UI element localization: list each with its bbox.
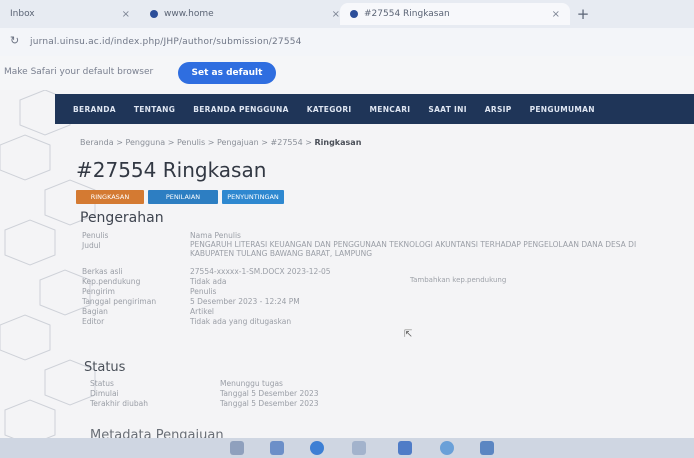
site-favicon-icon bbox=[150, 10, 158, 18]
file-explorer-icon[interactable] bbox=[270, 441, 284, 455]
status-heading: Status bbox=[84, 360, 126, 375]
row-value: Penulis bbox=[190, 287, 217, 296]
row-label: Judul bbox=[82, 241, 101, 250]
page-title: #27554 Ringkasan bbox=[76, 158, 267, 182]
default-browser-infobar: Make Safari your default browser Set as … bbox=[0, 56, 694, 91]
url-field[interactable]: jurnal.uinsu.ac.id/index.php/JHP/author/… bbox=[30, 33, 590, 51]
tab-submission[interactable]: #27554 Ringkasan × bbox=[340, 3, 570, 25]
search-icon[interactable] bbox=[230, 441, 244, 455]
site-favicon-icon bbox=[350, 10, 358, 18]
row-value: Nama Penulis bbox=[190, 231, 241, 240]
new-tab-button[interactable]: + bbox=[574, 5, 592, 23]
address-bar: ↻ jurnal.uinsu.ac.id/index.php/JHP/autho… bbox=[0, 28, 694, 57]
os-taskbar bbox=[0, 438, 694, 458]
add-supplementary-link[interactable]: Tambahkan kep.pendukung bbox=[410, 276, 506, 284]
row-value-title: PENGARUH LITERASI KEUANGAN DAN PENGGUNAA… bbox=[190, 240, 637, 258]
nav-item-tentang[interactable]: TENTANG bbox=[134, 105, 175, 114]
breadcrumb-path[interactable]: Beranda > Pengguna > Penulis > Pengajuan… bbox=[80, 138, 312, 147]
submission-tabs: RINGKASAN PENILAIAN PENYUNTINGAN bbox=[76, 190, 284, 204]
nav-item-pengumuman[interactable]: PENGUMUMAN bbox=[530, 105, 595, 114]
row-value: 5 Desember 2023 - 12:24 PM bbox=[190, 297, 300, 306]
row-value: Tidak ada yang ditugaskan bbox=[190, 317, 292, 326]
reload-icon[interactable]: ↻ bbox=[10, 34, 19, 47]
row-label: Berkas asli bbox=[82, 267, 123, 276]
mouse-cursor-icon: ⇱ bbox=[404, 329, 413, 340]
browser-icon[interactable] bbox=[310, 441, 324, 455]
row-value: Artikel bbox=[190, 307, 215, 316]
row-value: Menunggu tugas bbox=[220, 379, 283, 388]
store-icon[interactable] bbox=[352, 441, 366, 455]
row-label: Dimulai bbox=[90, 389, 119, 398]
row-label: Pengirim bbox=[82, 287, 115, 296]
main-navigation: BERANDA TENTANG BERANDA PENGGUNA KATEGOR… bbox=[55, 94, 694, 124]
breadcrumb-current: Ringkasan bbox=[314, 138, 362, 147]
nav-item-arsip[interactable]: ARSIP bbox=[485, 105, 512, 114]
row-label: Tanggal pengiriman bbox=[82, 297, 157, 306]
tab-ringkasan[interactable]: RINGKASAN bbox=[76, 190, 144, 204]
tab-penyuntingan[interactable]: PENYUNTINGAN bbox=[222, 190, 284, 204]
close-icon[interactable]: × bbox=[122, 9, 130, 20]
close-icon[interactable]: × bbox=[552, 9, 560, 20]
photos-icon[interactable] bbox=[480, 441, 494, 455]
set-as-default-button[interactable]: Set as default bbox=[178, 62, 276, 84]
tab-penilaian[interactable]: PENILAIAN bbox=[148, 190, 218, 204]
tab-home[interactable]: www.home × bbox=[140, 3, 350, 25]
tab-label: #27554 Ringkasan bbox=[364, 9, 450, 19]
row-label: Editor bbox=[82, 317, 105, 326]
tab-label: www.home bbox=[164, 9, 214, 19]
row-label: Penulis bbox=[82, 231, 109, 240]
original-file-link[interactable]: 27554-xxxxx-1-SM.DOCX 2023-12-05 bbox=[190, 267, 331, 276]
tab-label: Inbox bbox=[10, 9, 35, 19]
mail-icon[interactable] bbox=[398, 441, 412, 455]
tab-inbox[interactable]: Inbox × bbox=[0, 3, 140, 25]
submission-heading: Pengerahan bbox=[80, 210, 164, 226]
row-label: Kep.pendukung bbox=[82, 277, 141, 286]
breadcrumb: Beranda > Pengguna > Penulis > Pengajuan… bbox=[80, 138, 361, 147]
nav-item-kategori[interactable]: KATEGORI bbox=[307, 105, 352, 114]
close-icon[interactable]: × bbox=[332, 9, 340, 20]
row-label: Status bbox=[90, 379, 114, 388]
row-value: Tanggal 5 Desember 2023 bbox=[220, 399, 319, 408]
nav-item-mencari[interactable]: MENCARI bbox=[370, 105, 411, 114]
row-value: Tanggal 5 Desember 2023 bbox=[220, 389, 319, 398]
chrome-icon[interactable] bbox=[440, 441, 454, 455]
infobar-message: Make Safari your default browser bbox=[4, 67, 154, 77]
nav-item-beranda[interactable]: BERANDA bbox=[73, 105, 116, 114]
row-value: Tidak ada bbox=[190, 277, 227, 286]
row-label: Terakhir diubah bbox=[90, 399, 148, 408]
nav-item-beranda-pengguna[interactable]: BERANDA PENGGUNA bbox=[193, 105, 289, 114]
browser-tab-bar: Inbox × www.home × #27554 Ringkasan × + bbox=[0, 0, 694, 29]
nav-item-saat-ini[interactable]: SAAT INI bbox=[428, 105, 466, 114]
web-page: BERANDA TENTANG BERANDA PENGGUNA KATEGOR… bbox=[0, 90, 694, 458]
row-label: Bagian bbox=[82, 307, 108, 316]
